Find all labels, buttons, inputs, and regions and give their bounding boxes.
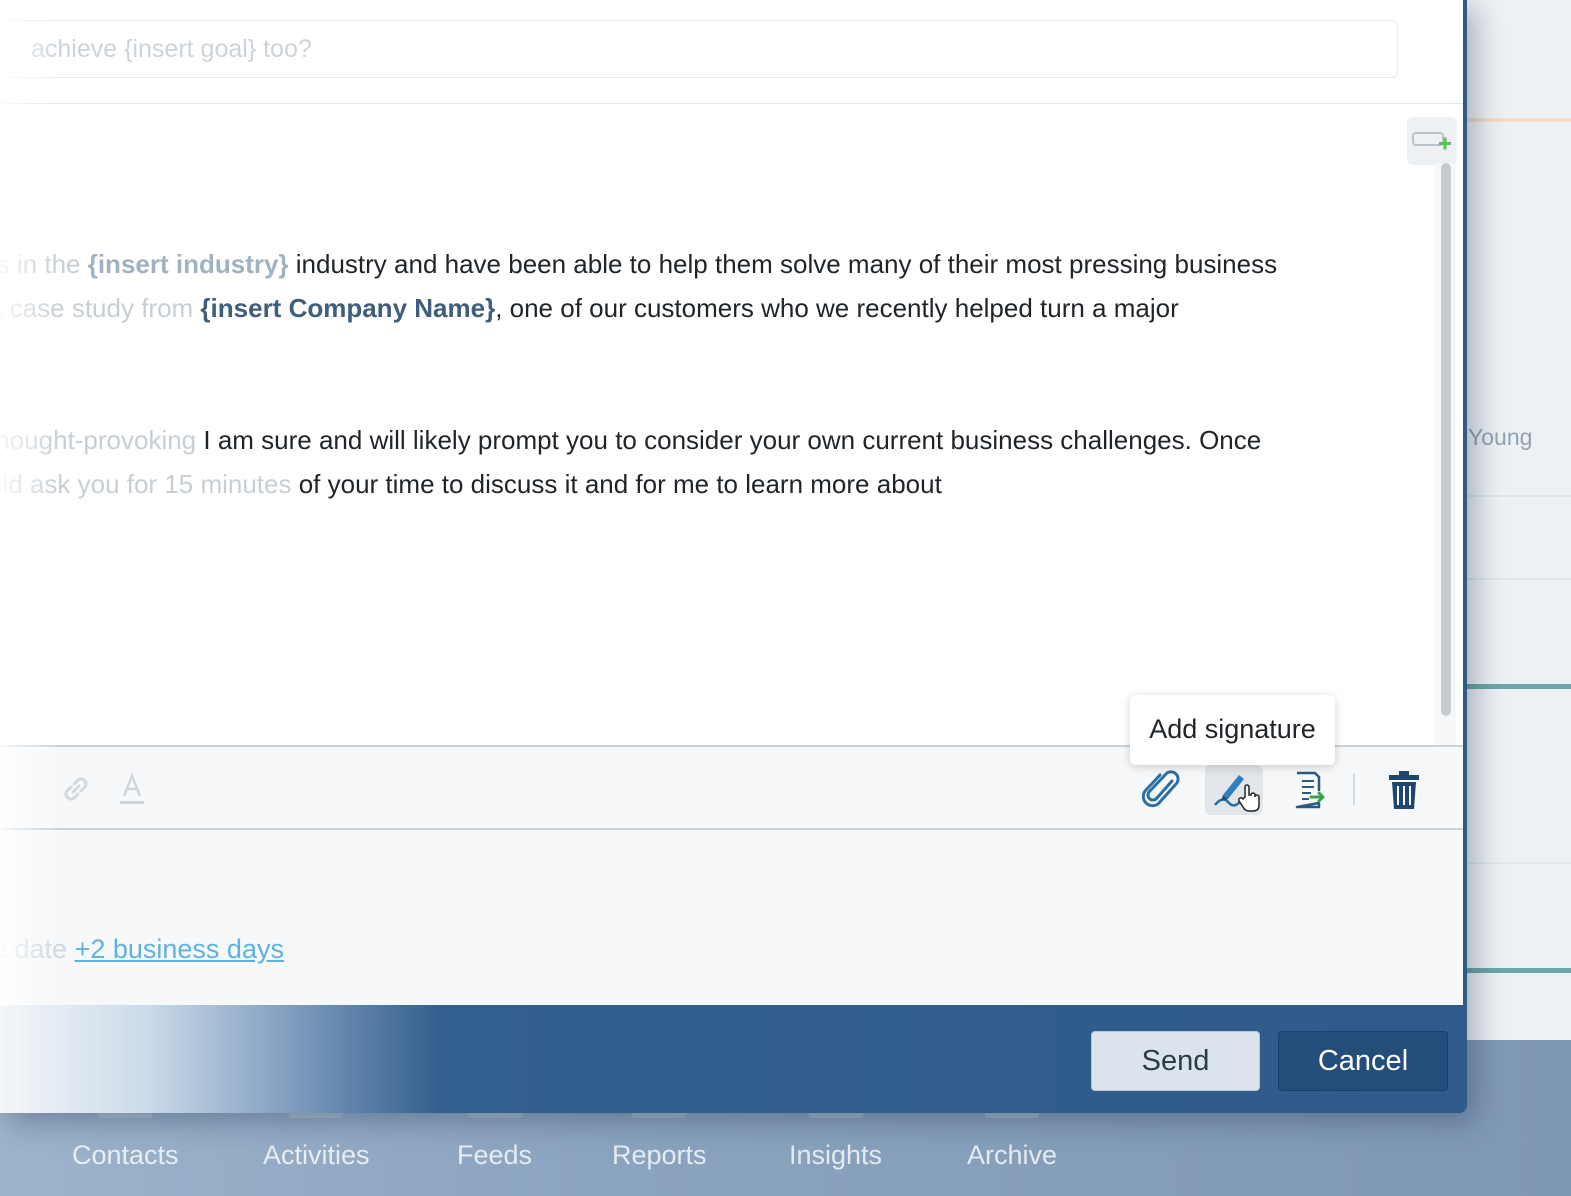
nav-label: Insights [789,1140,883,1170]
bg-divider [1465,862,1571,864]
bg-divider [1465,968,1571,973]
text-color-icon[interactable] [115,771,149,807]
bg-divider [1465,684,1571,689]
nav-label: Feeds [457,1140,533,1170]
body-text: of your time to discuss it and for me to… [298,469,942,499]
body-line: a case study from {insert Company Name},… [0,286,1179,330]
insert-template-icon[interactable] [1288,767,1330,813]
modal-footer: Send Cancel [0,1005,1467,1113]
body-line: thought-provoking I am sure and will lik… [0,418,1261,462]
body-text: rs in the [0,249,81,279]
send-button[interactable]: Send [1091,1031,1260,1091]
add-field-icon [1412,132,1451,150]
body-text: a case study from [0,293,201,323]
task-options-area: e date +2 business days [0,830,1463,1005]
cancel-button[interactable]: Cancel [1278,1031,1448,1091]
due-date-link[interactable]: +2 business days [75,934,284,964]
body-text: , one of our customers who we recently h… [495,293,1179,323]
add-field-button[interactable] [1407,117,1457,165]
scrollbar-thumb[interactable] [1441,163,1451,716]
subject-field[interactable]: achieve {insert goal} too? [0,20,1398,78]
nav-contacts[interactable]: Contacts [72,1100,179,1171]
body-text: thought-provoking [0,425,204,455]
nav-label: Archive [967,1140,1058,1170]
body-text: industry and have been able to help them… [288,249,1278,279]
nav-activities[interactable]: Activities [263,1100,370,1171]
toolbar-divider [1353,773,1355,805]
bg-contact-name: Young [1468,424,1533,450]
body-line: uld ask you for 15 minutes of your time … [0,462,942,506]
nav-label: Contacts [72,1140,179,1170]
add-signature-tooltip: Add signature [1130,695,1335,765]
body-text: uld ask you for 15 minutes [0,469,299,499]
merge-field-company-name: {insert Company Name} [200,293,496,323]
email-body-editor[interactable]: rs in the {insert industry} industry and… [0,105,1463,745]
body-line: rs in the {insert industry} industry and… [0,242,1277,286]
bg-divider [1465,578,1571,580]
nav-reports[interactable]: Reports [612,1100,707,1171]
trash-icon[interactable] [1384,767,1424,813]
merge-field-industry: {insert industry} [87,249,289,279]
email-compose-modal: achieve {insert goal} too? rs in the {in… [0,0,1467,1113]
link-icon[interactable] [58,771,94,807]
add-signature-button[interactable] [1205,765,1263,815]
due-date-row: e date +2 business days [0,934,284,965]
nav-feeds[interactable]: Feeds [457,1100,533,1171]
bg-divider [1465,495,1571,497]
bg-divider [1465,118,1571,122]
subject-row: achieve {insert goal} too? [0,0,1463,104]
modal-body: achieve {insert goal} too? rs in the {in… [0,0,1463,1005]
nav-label: Activities [263,1140,370,1170]
editor-scrollbar[interactable] [1434,163,1456,745]
background-app-panel: Young [1465,0,1571,1040]
nav-insights[interactable]: Insights [789,1100,883,1171]
body-text: I am sure and will likely prompt you to … [203,425,1262,455]
nav-archive[interactable]: Archive [967,1100,1058,1171]
signature-icon [1214,775,1260,812]
due-date-label: e date [0,934,75,964]
nav-label: Reports [612,1140,707,1170]
paperclip-icon[interactable] [1140,767,1184,813]
